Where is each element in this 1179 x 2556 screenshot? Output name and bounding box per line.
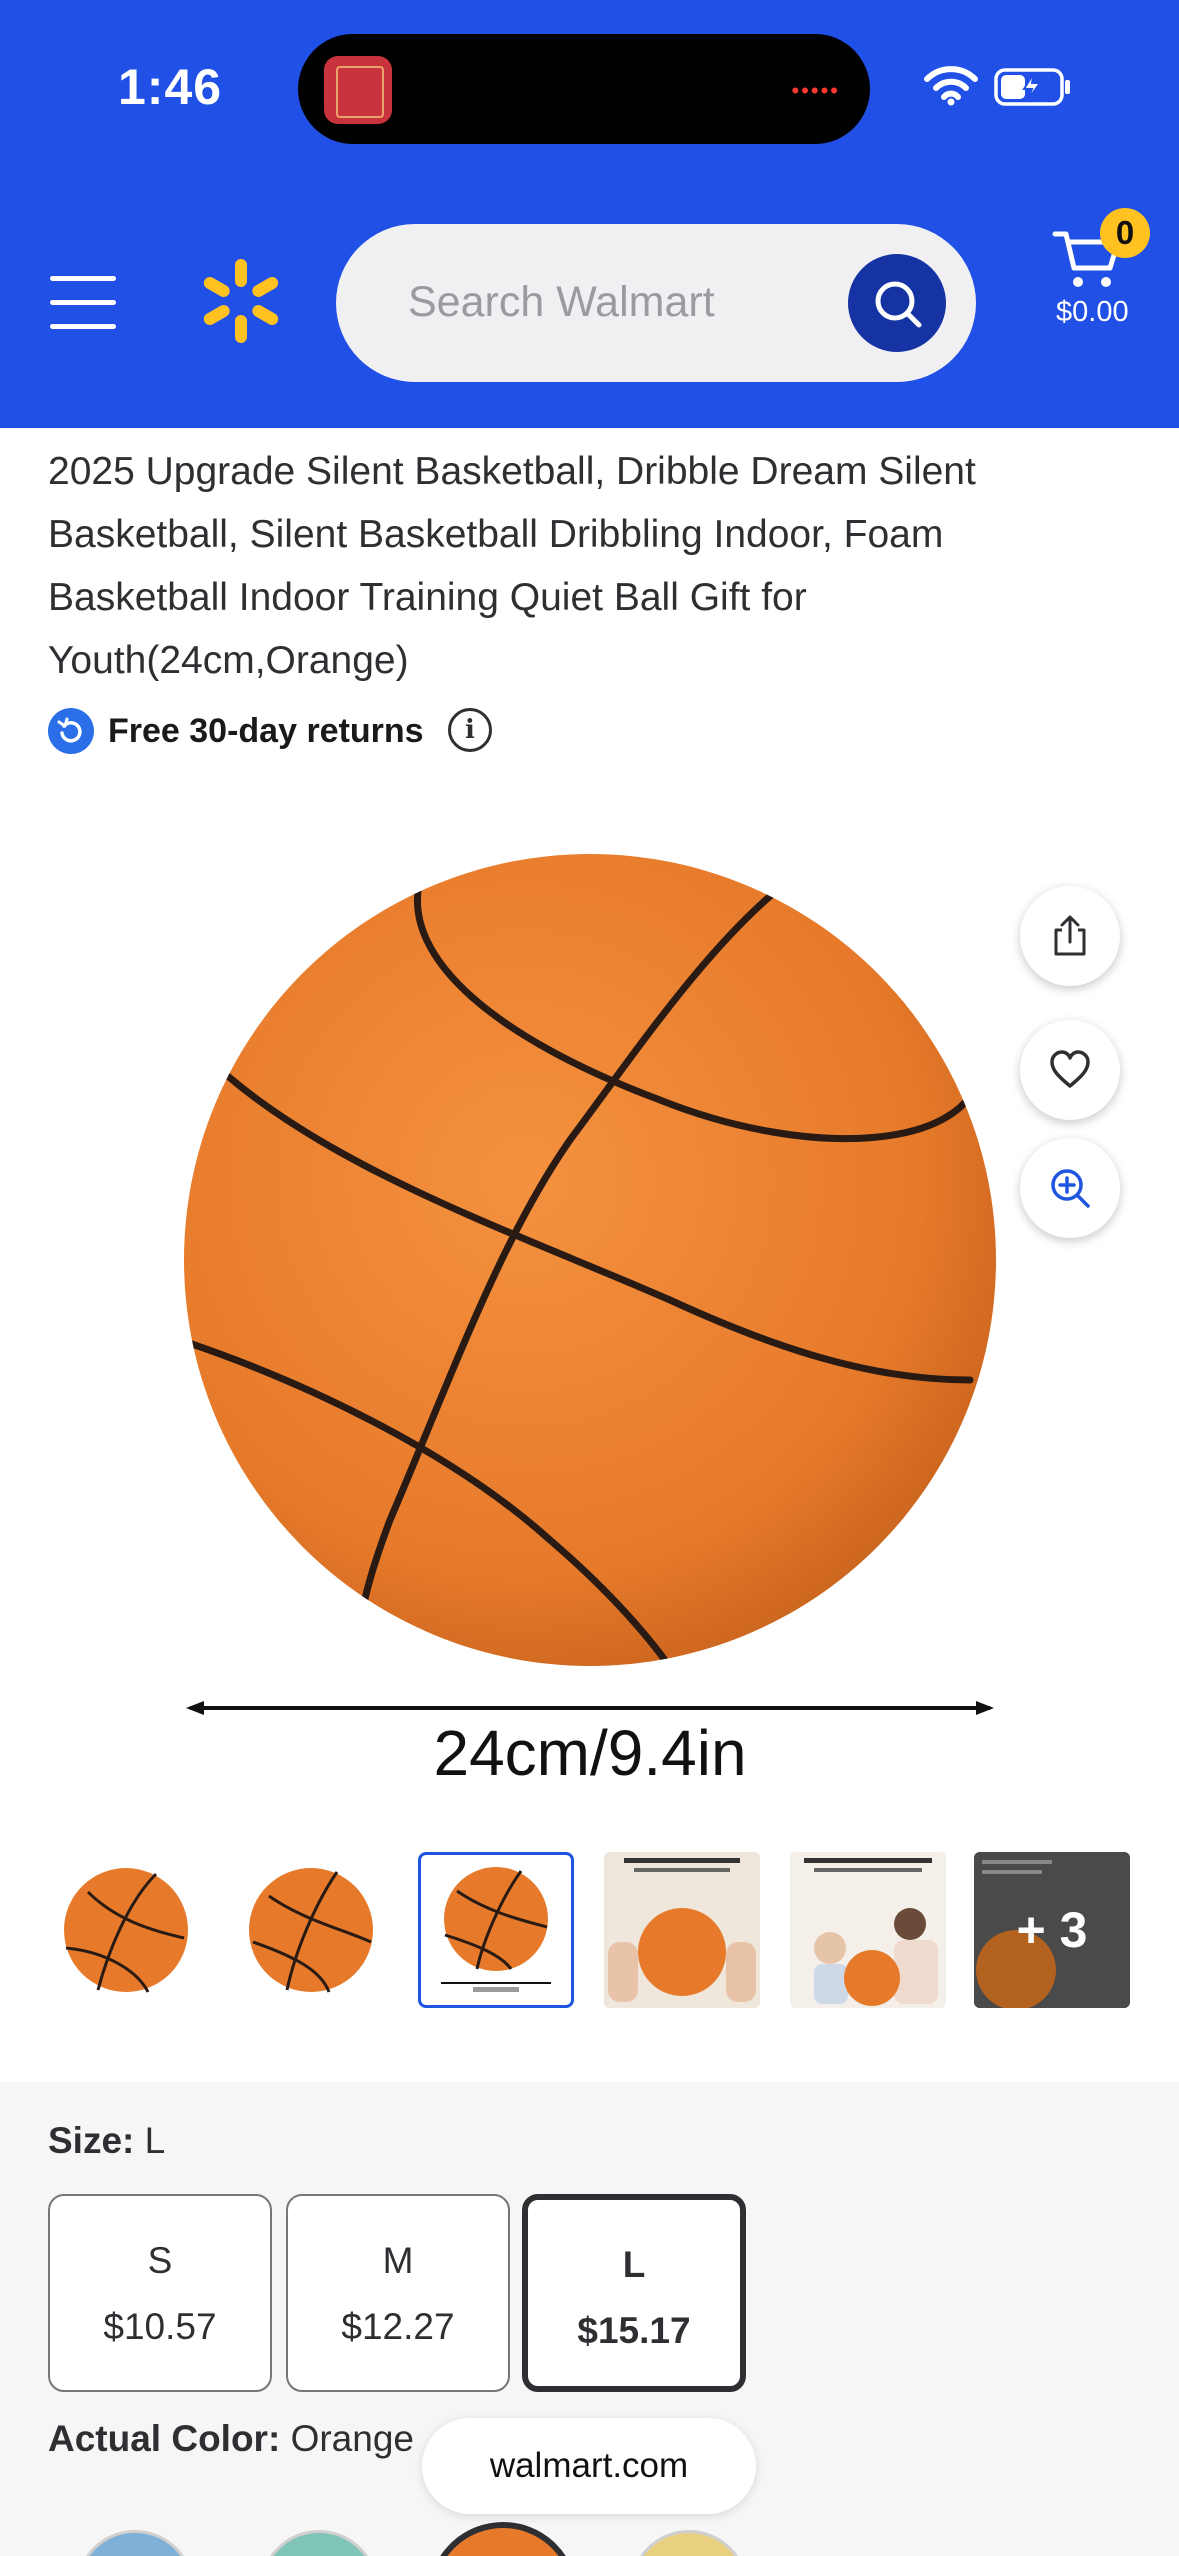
thumbnail-2[interactable] (233, 1852, 389, 2008)
size-option-price: $15.17 (577, 2310, 691, 2351)
info-icon[interactable]: i (448, 708, 492, 752)
cart-total: $0.00 (1056, 296, 1129, 328)
size-option-m[interactable]: M $12.27 (286, 2194, 510, 2392)
search-placeholder: Search Walmart (408, 278, 715, 326)
header-bar: 1:46 ••••• Search Walmart 0 $0.00 (0, 0, 1179, 428)
thumbnail-more[interactable]: + 3 (974, 1852, 1130, 2008)
color-heading: Actual Color: Orange (48, 2418, 414, 2460)
more-images-count: + 3 (1016, 1902, 1088, 1958)
thumbnail-1[interactable] (48, 1852, 204, 2008)
search-button[interactable] (848, 254, 946, 352)
color-swatch-orange[interactable] (428, 2522, 578, 2556)
hamburger-menu-icon[interactable] (50, 276, 116, 329)
size-option-name: S (147, 2240, 173, 2281)
color-label: Actual Color: (48, 2418, 281, 2459)
size-option-name: M (382, 2240, 414, 2281)
color-swatch-2[interactable] (260, 2530, 378, 2556)
product-title: 2025 Upgrade Silent Basketball, Dribble … (48, 450, 976, 682)
wifi-icon (924, 66, 978, 106)
heart-icon (1050, 1050, 1090, 1088)
image-caption: 24cm/9.4in (433, 1717, 747, 1789)
size-heading: Size: L (48, 2120, 165, 2162)
share-icon (1054, 915, 1086, 956)
color-swatch-1[interactable] (76, 2530, 194, 2556)
battery-charging-icon (994, 68, 1070, 106)
activity-indicator-icon: ••••• (791, 78, 840, 103)
thumbnail-5[interactable] (790, 1852, 946, 2008)
browser-url-pill[interactable]: walmart.com (422, 2418, 756, 2514)
zoom-button[interactable] (1020, 1138, 1120, 1238)
zoom-in-icon (1051, 1169, 1090, 1208)
size-option-price: $10.57 (103, 2306, 217, 2347)
size-option-price: $12.27 (341, 2306, 455, 2347)
cart-count-badge: 0 (1100, 208, 1150, 258)
now-playing-app-icon (324, 56, 392, 124)
thumbnail-3[interactable] (418, 1852, 574, 2008)
search-input[interactable]: Search Walmart (336, 224, 976, 382)
walmart-spark-logo[interactable] (196, 256, 286, 346)
size-option-s[interactable]: S $10.57 (48, 2194, 272, 2392)
favorite-button[interactable] (1020, 1020, 1120, 1120)
product-main-image[interactable] (150, 820, 1030, 1780)
status-time: 1:46 (118, 59, 223, 115)
thumbnail-4[interactable] (604, 1852, 760, 2008)
returns-icon (48, 708, 94, 754)
share-button[interactable] (1020, 886, 1120, 986)
color-swatch-4[interactable] (630, 2530, 748, 2556)
size-option-l[interactable]: L $15.17 (522, 2194, 746, 2392)
search-icon (875, 281, 922, 328)
color-value: Orange (290, 2418, 414, 2459)
dynamic-island: ••••• (298, 34, 870, 144)
free-returns-label: Free 30-day returns (108, 712, 424, 750)
product-page: 1:46 ••••• Search Walmart 0 $0.00 2025 U… (0, 0, 1179, 2556)
size-value: L (144, 2120, 166, 2161)
size-option-name: L (622, 2244, 646, 2285)
size-label: Size: (48, 2120, 135, 2161)
thumbnail-strip: + 3 (48, 1852, 1130, 2008)
